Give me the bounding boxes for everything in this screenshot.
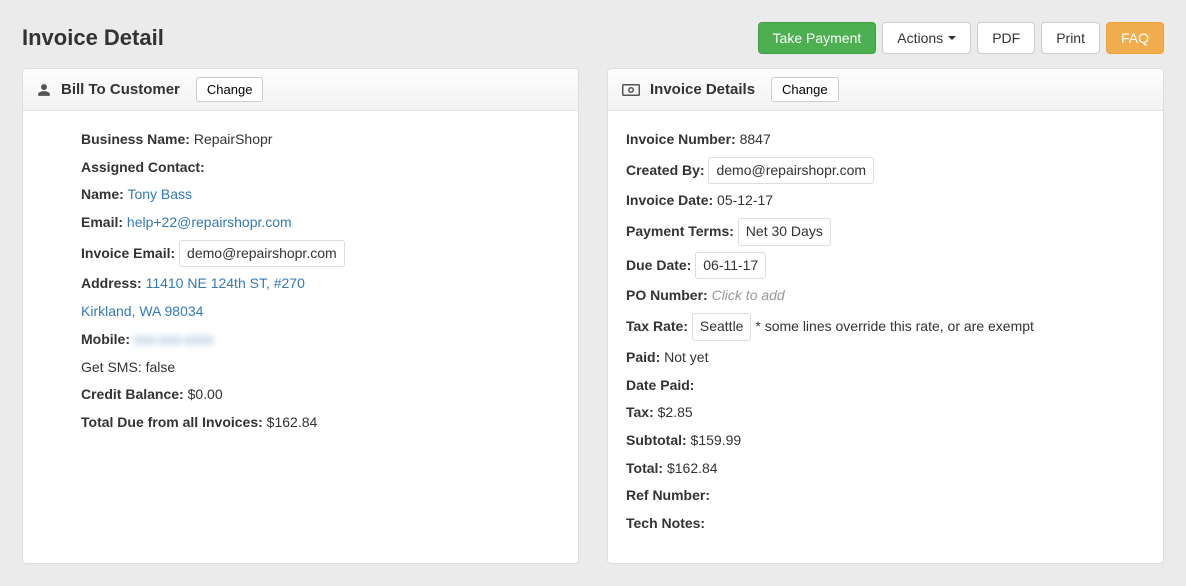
created-by-field[interactable]: demo@repairshopr.com bbox=[708, 157, 874, 185]
bill-to-title: Bill To Customer bbox=[61, 81, 180, 98]
get-sms-line: Get SMS: false bbox=[81, 359, 175, 375]
tax-label: Tax: bbox=[626, 404, 654, 420]
invoice-details-heading: Invoice Details Change bbox=[608, 69, 1163, 111]
address-label: Address: bbox=[81, 275, 142, 291]
credit-balance-value: $0.00 bbox=[188, 386, 223, 402]
due-date-field[interactable]: 06-11-17 bbox=[695, 252, 766, 280]
toolbar: Take Payment Actions PDF Print FAQ bbox=[758, 22, 1164, 54]
total-due-label: Total Due from all Invoices: bbox=[81, 414, 263, 430]
tax-rate-field[interactable]: Seattle bbox=[692, 313, 752, 341]
page-title: Invoice Detail bbox=[22, 25, 164, 51]
invoice-number-value: 8847 bbox=[740, 131, 771, 147]
invoice-date-label: Invoice Date: bbox=[626, 192, 713, 208]
invoice-number-label: Invoice Number: bbox=[626, 131, 736, 147]
date-paid-label: Date Paid: bbox=[626, 377, 694, 393]
due-date-label: Due Date: bbox=[626, 257, 691, 273]
address-line1-link[interactable]: 11410 NE 124th ST, #270 bbox=[146, 275, 305, 291]
business-name-value: RepairShopr bbox=[194, 131, 273, 147]
ref-number-label: Ref Number: bbox=[626, 487, 710, 503]
pdf-button[interactable]: PDF bbox=[977, 22, 1035, 54]
customer-name-label: Name: bbox=[81, 186, 124, 202]
invoice-email-label: Invoice Email: bbox=[81, 245, 175, 261]
paid-label: Paid: bbox=[626, 349, 660, 365]
tax-rate-note: * some lines override this rate, or are … bbox=[755, 318, 1034, 334]
tech-notes-label: Tech Notes: bbox=[626, 515, 705, 531]
customer-name-link[interactable]: Tony Bass bbox=[127, 186, 192, 202]
paid-value: Not yet bbox=[664, 349, 708, 365]
po-number-field[interactable]: Click to add bbox=[712, 287, 785, 303]
subtotal-value: $159.99 bbox=[691, 432, 742, 448]
mobile-value: xxx-xxx-xxxx bbox=[134, 331, 213, 347]
caret-down-icon bbox=[948, 36, 956, 40]
mobile-label: Mobile: bbox=[81, 331, 130, 347]
total-value: $162.84 bbox=[667, 460, 718, 476]
invoice-date-value: 05-12-17 bbox=[717, 192, 773, 208]
customer-email-link[interactable]: help+22@repairshopr.com bbox=[127, 214, 292, 230]
take-payment-button[interactable]: Take Payment bbox=[758, 22, 877, 54]
user-icon bbox=[37, 83, 51, 97]
bill-to-heading: Bill To Customer Change bbox=[23, 69, 578, 111]
business-name-label: Business Name: bbox=[81, 131, 190, 147]
customer-email-label: Email: bbox=[81, 214, 123, 230]
tax-rate-label: Tax Rate: bbox=[626, 318, 688, 334]
bill-to-panel: Bill To Customer Change Business Name: R… bbox=[22, 68, 579, 564]
invoice-email-field[interactable]: demo@repairshopr.com bbox=[179, 240, 345, 268]
bill-to-change-button[interactable]: Change bbox=[196, 77, 264, 102]
payment-terms-field[interactable]: Net 30 Days bbox=[738, 218, 831, 246]
address-line2-link[interactable]: Kirkland, WA 98034 bbox=[81, 303, 203, 319]
invoice-details-change-button[interactable]: Change bbox=[771, 77, 839, 102]
tax-value: $2.85 bbox=[658, 404, 693, 420]
print-button[interactable]: Print bbox=[1041, 22, 1100, 54]
money-icon bbox=[622, 84, 640, 96]
faq-button[interactable]: FAQ bbox=[1106, 22, 1164, 54]
invoice-details-panel: Invoice Details Change Invoice Number: 8… bbox=[607, 68, 1164, 564]
total-due-value: $162.84 bbox=[267, 414, 318, 430]
created-by-label: Created By: bbox=[626, 162, 705, 178]
actions-dropdown-button[interactable]: Actions bbox=[882, 22, 971, 54]
subtotal-label: Subtotal: bbox=[626, 432, 687, 448]
invoice-details-title: Invoice Details bbox=[650, 81, 755, 98]
po-number-label: PO Number: bbox=[626, 287, 708, 303]
credit-balance-label: Credit Balance: bbox=[81, 386, 184, 402]
payment-terms-label: Payment Terms: bbox=[626, 223, 734, 239]
actions-label: Actions bbox=[897, 30, 943, 46]
assigned-contact-label: Assigned Contact: bbox=[81, 159, 205, 175]
total-label: Total: bbox=[626, 460, 663, 476]
